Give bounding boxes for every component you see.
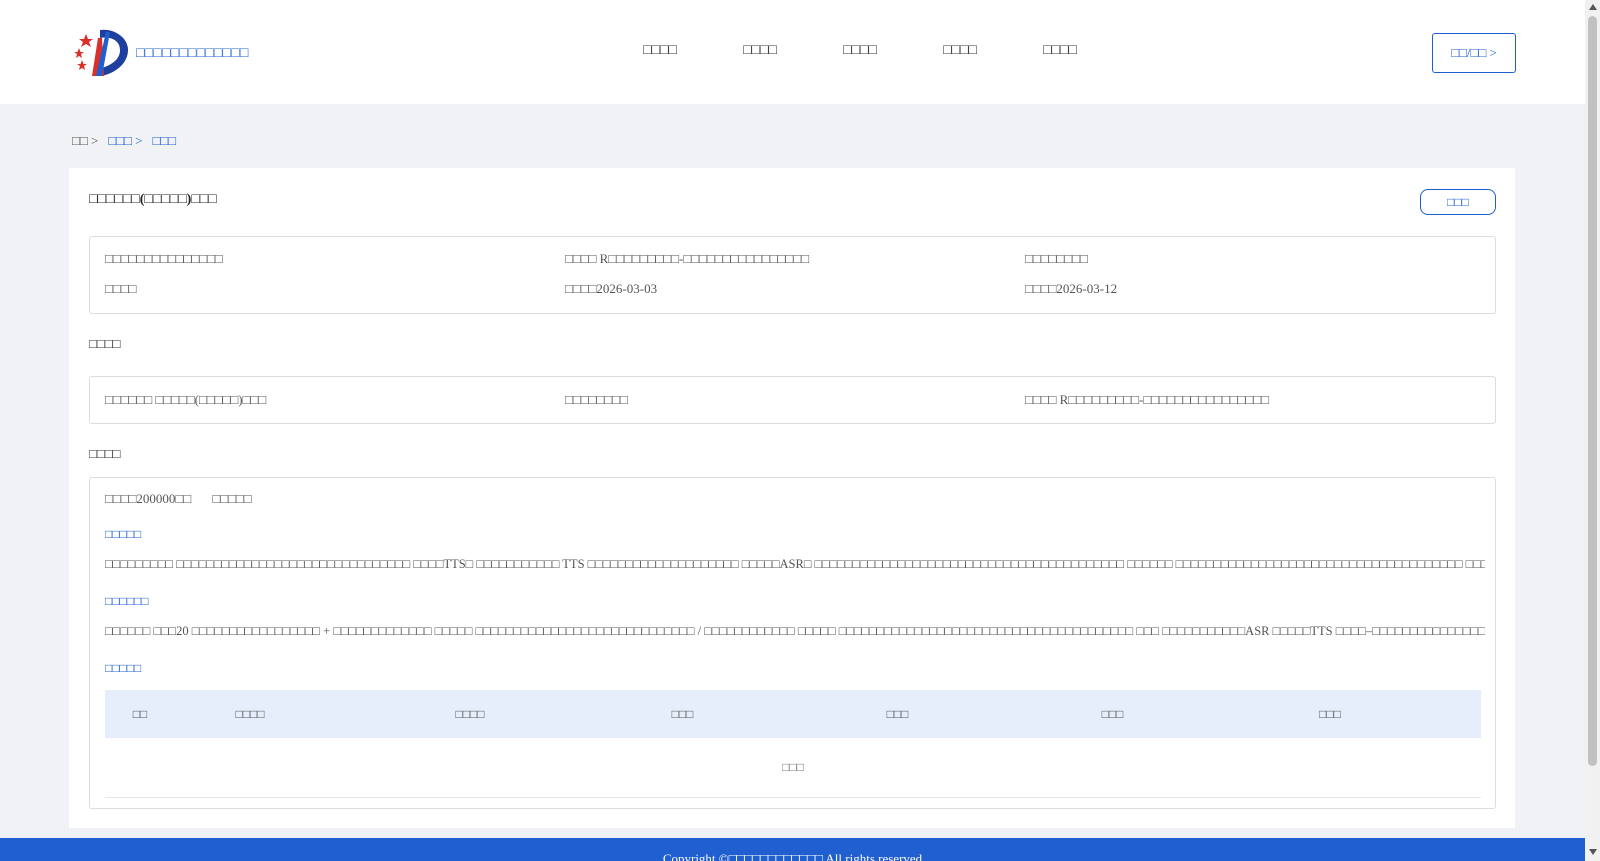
nav-item-1[interactable]: □□□□ bbox=[610, 43, 710, 59]
section-title: □□□□ bbox=[89, 336, 121, 351]
page-scrollbar[interactable] bbox=[1585, 0, 1600, 861]
summary-box: □□□□□□ □□□□□(□□□□□)□□□ □□□□□□□□ □□□□ R□□… bbox=[89, 376, 1496, 424]
nav-item-5[interactable]: □□□□ bbox=[1010, 43, 1110, 59]
info-cell: □□□□□□□□□□□□□□□ bbox=[105, 251, 223, 266]
table-header-cell: □□□□ bbox=[455, 706, 485, 721]
table-header-cell: □□□ bbox=[886, 706, 909, 721]
scrollbar-thumb[interactable] bbox=[1588, 16, 1597, 766]
login-register-button[interactable]: □□/□□ > bbox=[1432, 33, 1516, 73]
main-nav: □□□□ □□□□ □□□□ □□□□ □□□□ bbox=[610, 43, 1110, 59]
info-box: □□□□□□□□□□□□□□□ □□□□ R□□□□□□□□□-□□□□□□□□… bbox=[89, 236, 1496, 314]
info-cell: □□□□ R□□□□□□□□□-□□□□□□□□□□□□□□□□ bbox=[565, 251, 809, 266]
table-header-cell: □□□ bbox=[671, 706, 694, 721]
site-brand-name[interactable]: □□□□□□□□□□□□□ bbox=[136, 46, 249, 62]
nav-item-3[interactable]: □□□□ bbox=[810, 43, 910, 59]
table-header-cell: □□□ bbox=[1101, 706, 1124, 721]
nav-item-2[interactable]: □□□□ bbox=[710, 43, 810, 59]
data-table: □□ □□□□ □□□□ □□□ □□□ □□□ □□□ □□□ bbox=[105, 690, 1481, 798]
summary-cell: □□□□ R□□□□□□□□□-□□□□□□□□□□□□□□□□ bbox=[1025, 392, 1269, 407]
budget-extra: □□□□□ bbox=[212, 491, 252, 506]
table-header-row: □□ □□□□ □□□□ □□□ □□□ □□□ □□□ bbox=[105, 690, 1481, 738]
info-cell: □□□□□□□□ bbox=[1025, 251, 1088, 266]
breadcrumb-home[interactable]: □□ > bbox=[72, 133, 98, 149]
subscribe-button[interactable]: □□□ bbox=[1420, 189, 1496, 215]
section-title: □□□□ bbox=[89, 446, 121, 461]
footer-copyright: Copyright ©□□□□□□□□□□□□ All rights reser… bbox=[662, 851, 923, 861]
table-header-cell: □□□ bbox=[1319, 706, 1341, 721]
section-link-3[interactable]: □□□□□ bbox=[105, 661, 141, 676]
summary-cell: □□□□□□ □□□□□(□□□□□)□□□ bbox=[105, 392, 267, 407]
summary-cell: □□□□□□□□ bbox=[565, 392, 628, 407]
scroll-down-icon[interactable] bbox=[1589, 849, 1597, 855]
site-header: □□□□□□□□□□□□□ □□□□ □□□□ □□□□ □□□□ □□□□ □… bbox=[0, 0, 1585, 104]
site-footer: Copyright ©□□□□□□□□□□□□ All rights reser… bbox=[0, 838, 1585, 861]
breadcrumb-level1[interactable]: □□□ > bbox=[108, 133, 142, 149]
breadcrumb: □□ > □□□ > □□□ bbox=[72, 133, 176, 149]
section-link-1[interactable]: □□□□□ bbox=[105, 527, 141, 542]
breadcrumb-level2[interactable]: □□□ bbox=[152, 133, 176, 149]
logo-icon[interactable] bbox=[72, 28, 130, 78]
scroll-up-icon[interactable] bbox=[1589, 4, 1597, 10]
table-header-cell: □□□□ bbox=[235, 706, 265, 721]
budget-text: □□□□200000□□ bbox=[105, 491, 192, 506]
page-title: □□□□□□(□□□□□)□□□ bbox=[89, 192, 217, 207]
nav-item-4[interactable]: □□□□ bbox=[910, 43, 1010, 59]
section-link-2[interactable]: □□□□□□ bbox=[105, 594, 149, 609]
publish-date: □□□□2026-03-03 bbox=[565, 281, 658, 296]
content-paragraph: □□□□□□□□□ □□□□□□□□□□□□□□□□□□□□□□□□□□□□□□… bbox=[105, 557, 1485, 571]
detail-card: □□□□□□(□□□□□)□□□ □□□ □□□□□□□□□□□□□□□ □□□… bbox=[69, 168, 1515, 828]
table-header-cell: □□ bbox=[132, 706, 148, 721]
content-paragraph: □□□□□□ □□□20 □□□□□□□□□□□□□□□□□ + □□□□□□□… bbox=[105, 624, 1485, 638]
info-cell: □□□□ bbox=[105, 281, 137, 296]
deadline-date: □□□□2026-03-12 bbox=[1025, 281, 1118, 296]
table-empty-state: □□□ bbox=[105, 738, 1481, 798]
content-box: □□□□200000□□ □□□□□ □□□□□ □□□□□□□□□ □□□□□… bbox=[89, 477, 1496, 809]
